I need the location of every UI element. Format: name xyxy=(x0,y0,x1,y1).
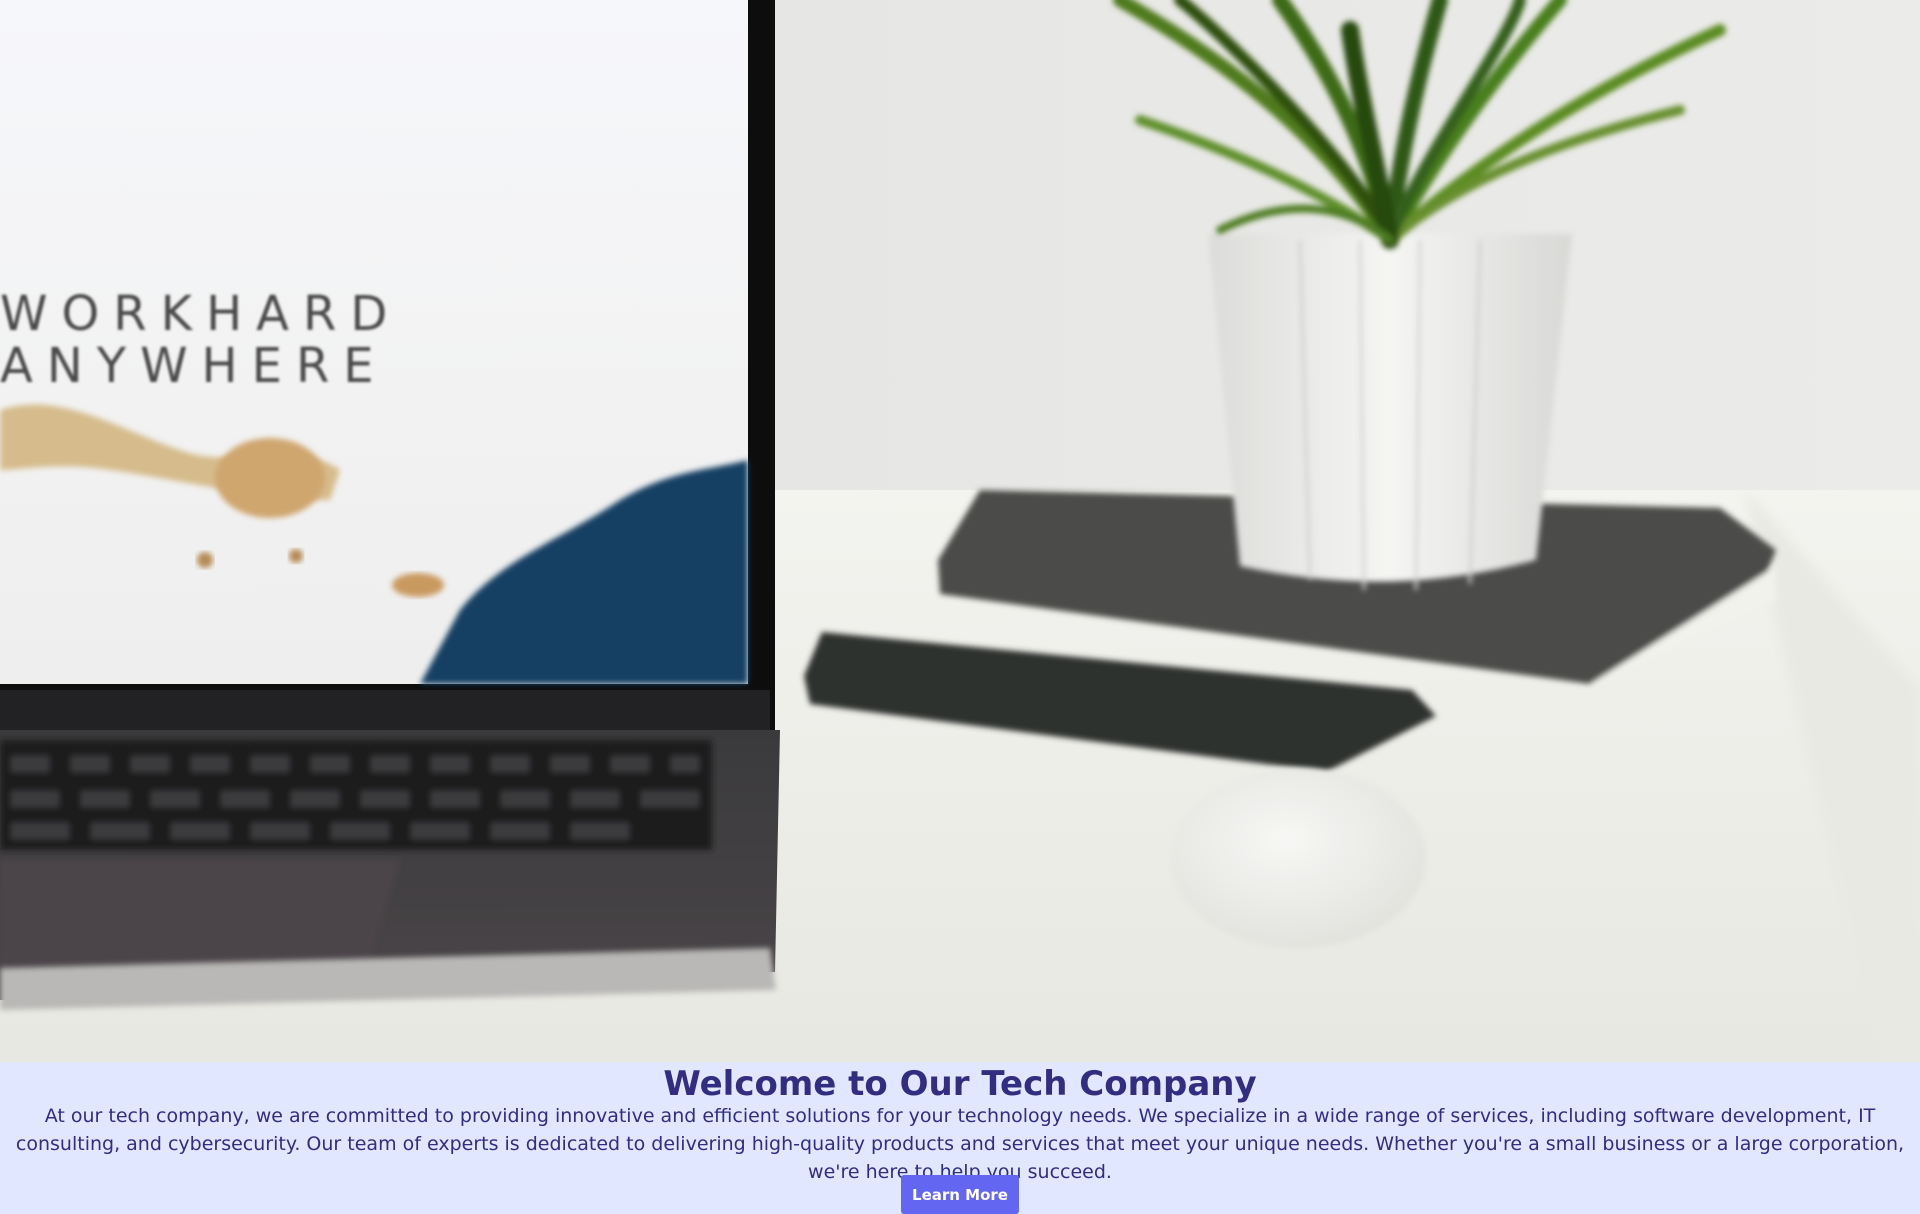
desk-photo: WORKHARD ANYWHERE xyxy=(0,0,1920,1062)
laptop-screen-text: WORKHARD ANYWHERE xyxy=(0,286,401,394)
intro-paragraph: At our tech company, we are committed to… xyxy=(15,1105,1905,1183)
hero-image: WORKHARD ANYWHERE xyxy=(0,0,1920,1062)
page-title: Welcome to Our Tech Company xyxy=(663,1064,1257,1104)
mouse xyxy=(1170,768,1426,948)
svg-text:ANYWHERE: ANYWHERE xyxy=(0,338,388,394)
plant-pot xyxy=(1208,234,1572,591)
laptop: WORKHARD ANYWHERE xyxy=(0,0,780,1010)
svg-text:WORKHARD: WORKHARD xyxy=(0,286,401,342)
learn-more-button[interactable]: Learn More xyxy=(901,1175,1019,1214)
